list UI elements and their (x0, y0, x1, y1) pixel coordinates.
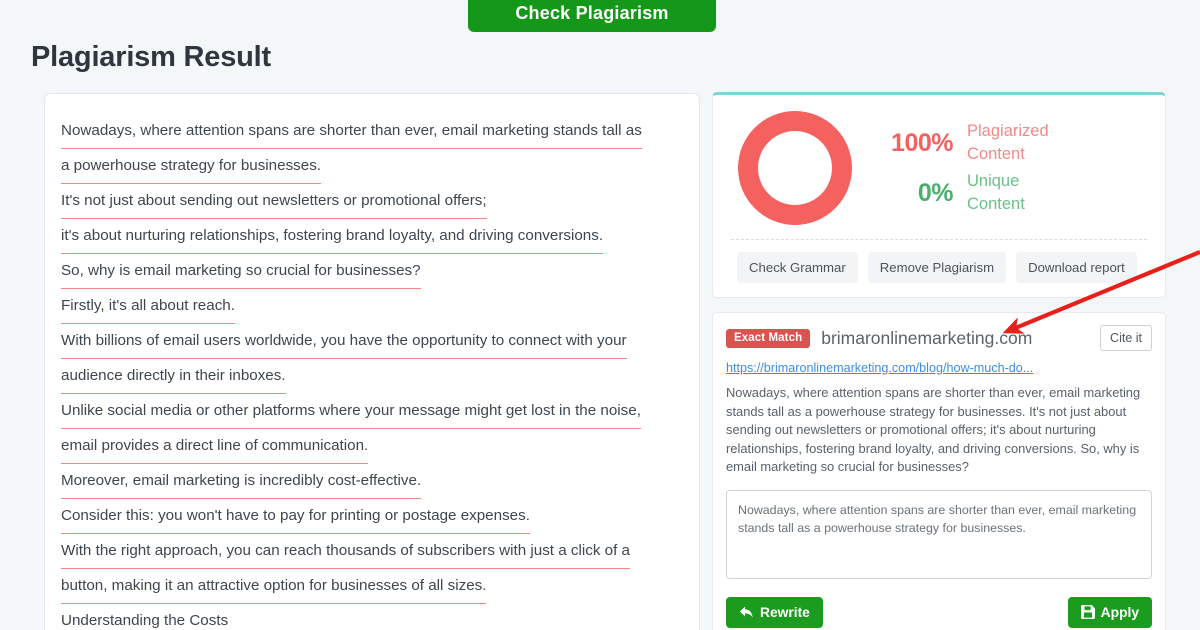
plagiarism-donut-chart (735, 109, 861, 227)
match-header: Exact Match brimaronlinemarketing.com Ci… (726, 325, 1152, 351)
match-source-link[interactable]: https://brimaronlinemarketing.com/blog/h… (726, 361, 1152, 375)
summary-top: 100% Plagiarized Content 0% Unique Conte… (713, 95, 1165, 239)
match-footer: Rewrite Apply (726, 596, 1152, 628)
match-snippet: Nowadays, where attention spans are shor… (726, 385, 1141, 474)
document-sentence: Moreover, email marketing is incredibly … (61, 464, 422, 499)
cite-it-button[interactable]: Cite it (1100, 325, 1152, 351)
document-sentence: So, why is email marketing so crucial fo… (61, 254, 421, 289)
document-sentence: With billions of email users worldwide, … (61, 324, 627, 359)
document-sentence: With the right approach, you can reach t… (61, 534, 630, 569)
download-report-button[interactable]: Download report (1016, 252, 1137, 283)
reply-arrow-icon (739, 605, 754, 619)
apply-button[interactable]: Apply (1067, 596, 1152, 628)
check-grammar-button[interactable]: Check Grammar (737, 252, 858, 283)
match-result-card: Exact Match brimaronlinemarketing.com Ci… (712, 312, 1166, 630)
document-sentence: a powerhouse strategy for businesses. (61, 149, 322, 184)
apply-button-label: Apply (1100, 604, 1139, 620)
plagiarized-label: Plagiarized Content (953, 120, 1049, 166)
document-sentence: email provides a direct line of communic… (61, 429, 369, 464)
plagiarized-label-line2: Content (967, 145, 1025, 163)
rewrite-button-label: Rewrite (760, 604, 810, 620)
document-sentence: Firstly, it's all about reach. (61, 289, 235, 324)
document-sentence: button, making it an attractive option f… (61, 569, 487, 604)
plagiarized-percent: 100% (891, 128, 953, 157)
document-sentence: it's about nurturing relationships, fost… (61, 219, 604, 254)
summary-stats: 100% Plagiarized Content 0% Unique Conte… (861, 118, 1155, 218)
results-panel: 100% Plagiarized Content 0% Unique Conte… (712, 92, 1166, 630)
page-title: Plagiarism Result (31, 41, 271, 73)
check-plagiarism-button[interactable]: Check Plagiarism (468, 0, 716, 32)
document-text-card: Nowadays, where attention spans are shor… (44, 93, 700, 630)
donut-hole (758, 131, 832, 205)
unique-label-line2: Content (967, 195, 1025, 213)
rewrite-textarea[interactable] (726, 489, 1152, 579)
match-domain: brimaronlinemarketing.com (821, 327, 1033, 348)
unique-label: Unique Content (953, 170, 1025, 216)
save-floppy-icon (1080, 605, 1095, 619)
remove-plagiarism-button[interactable]: Remove Plagiarism (867, 252, 1007, 283)
plagiarized-label-line1: Plagiarized (967, 122, 1049, 140)
document-sentence: It's not just about sending out newslett… (61, 184, 487, 219)
stat-row-unique: 0% Unique Content (875, 168, 1155, 218)
unique-label-line1: Unique (967, 172, 1020, 190)
document-sentence: Understanding the Costs (61, 604, 228, 630)
document-sentence: Nowadays, where attention spans are shor… (61, 114, 642, 149)
document-sentence: Consider this: you won't have to pay for… (61, 499, 530, 534)
summary-card: 100% Plagiarized Content 0% Unique Conte… (712, 92, 1166, 298)
exact-match-badge: Exact Match (726, 328, 811, 348)
stat-row-plagiarized: 100% Plagiarized Content (875, 118, 1155, 168)
summary-actions: Check Grammar Remove Plagiarism Download… (713, 240, 1165, 297)
rewrite-button[interactable]: Rewrite (726, 596, 823, 628)
document-sentence: Unlike social media or other platforms w… (61, 394, 641, 429)
sentence-list: Nowadays, where attention spans are shor… (61, 114, 681, 630)
unique-percent: 0% (917, 178, 954, 207)
document-sentence: audience directly in their inboxes. (61, 359, 286, 394)
plagiarism-result-page: Check Plagiarism Plagiarism Result Nowad… (0, 0, 1200, 630)
